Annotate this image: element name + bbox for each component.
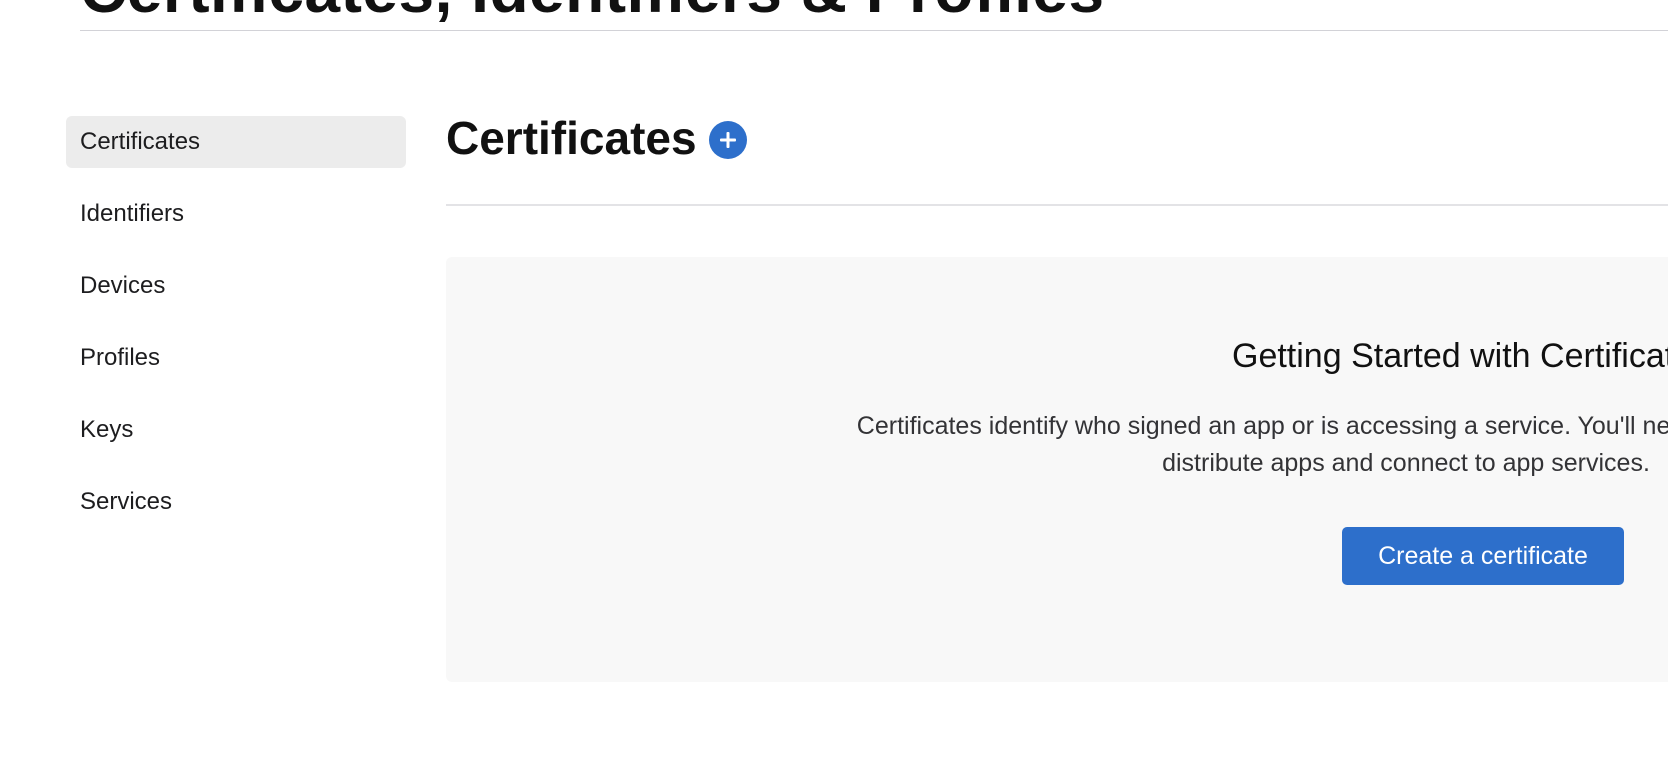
sidebar-item-devices[interactable]: Devices — [66, 260, 406, 312]
sidebar-item-services[interactable]: Services — [66, 476, 406, 528]
sidebar-item-profiles[interactable]: Profiles — [66, 332, 406, 384]
section-divider — [446, 204, 1668, 206]
sidebar-item-keys[interactable]: Keys — [66, 404, 406, 456]
panel-description-line2: distribute apps and connect to app servi… — [1162, 449, 1650, 477]
panel-description: Certificates identify who signed an app … — [446, 408, 1668, 482]
plus-circle-icon — [719, 132, 736, 148]
sidebar: Certificates Identifiers Devices Profile… — [66, 116, 406, 548]
panel-description-line1: Certificates identify who signed an app … — [856, 412, 1668, 440]
sidebar-item-identifiers[interactable]: Identifiers — [66, 188, 406, 240]
page: Certificates, Identifiers & Profiles Cer… — [0, 0, 1668, 762]
section-header: Certificates — [446, 108, 747, 168]
heading-divider — [80, 30, 1668, 31]
section-title: Certificates — [446, 112, 697, 164]
panel-title: Getting Started with Certificates — [1232, 337, 1668, 375]
create-certificate-button[interactable]: Create a certificate — [1342, 527, 1624, 585]
getting-started-panel: Getting Started with Certificates Certif… — [446, 257, 1668, 682]
sidebar-item-certificates[interactable]: Certificates — [66, 116, 406, 168]
add-certificate-button[interactable] — [708, 121, 747, 159]
page-heading: Certificates, Identifiers & Profiles — [80, 0, 1105, 22]
